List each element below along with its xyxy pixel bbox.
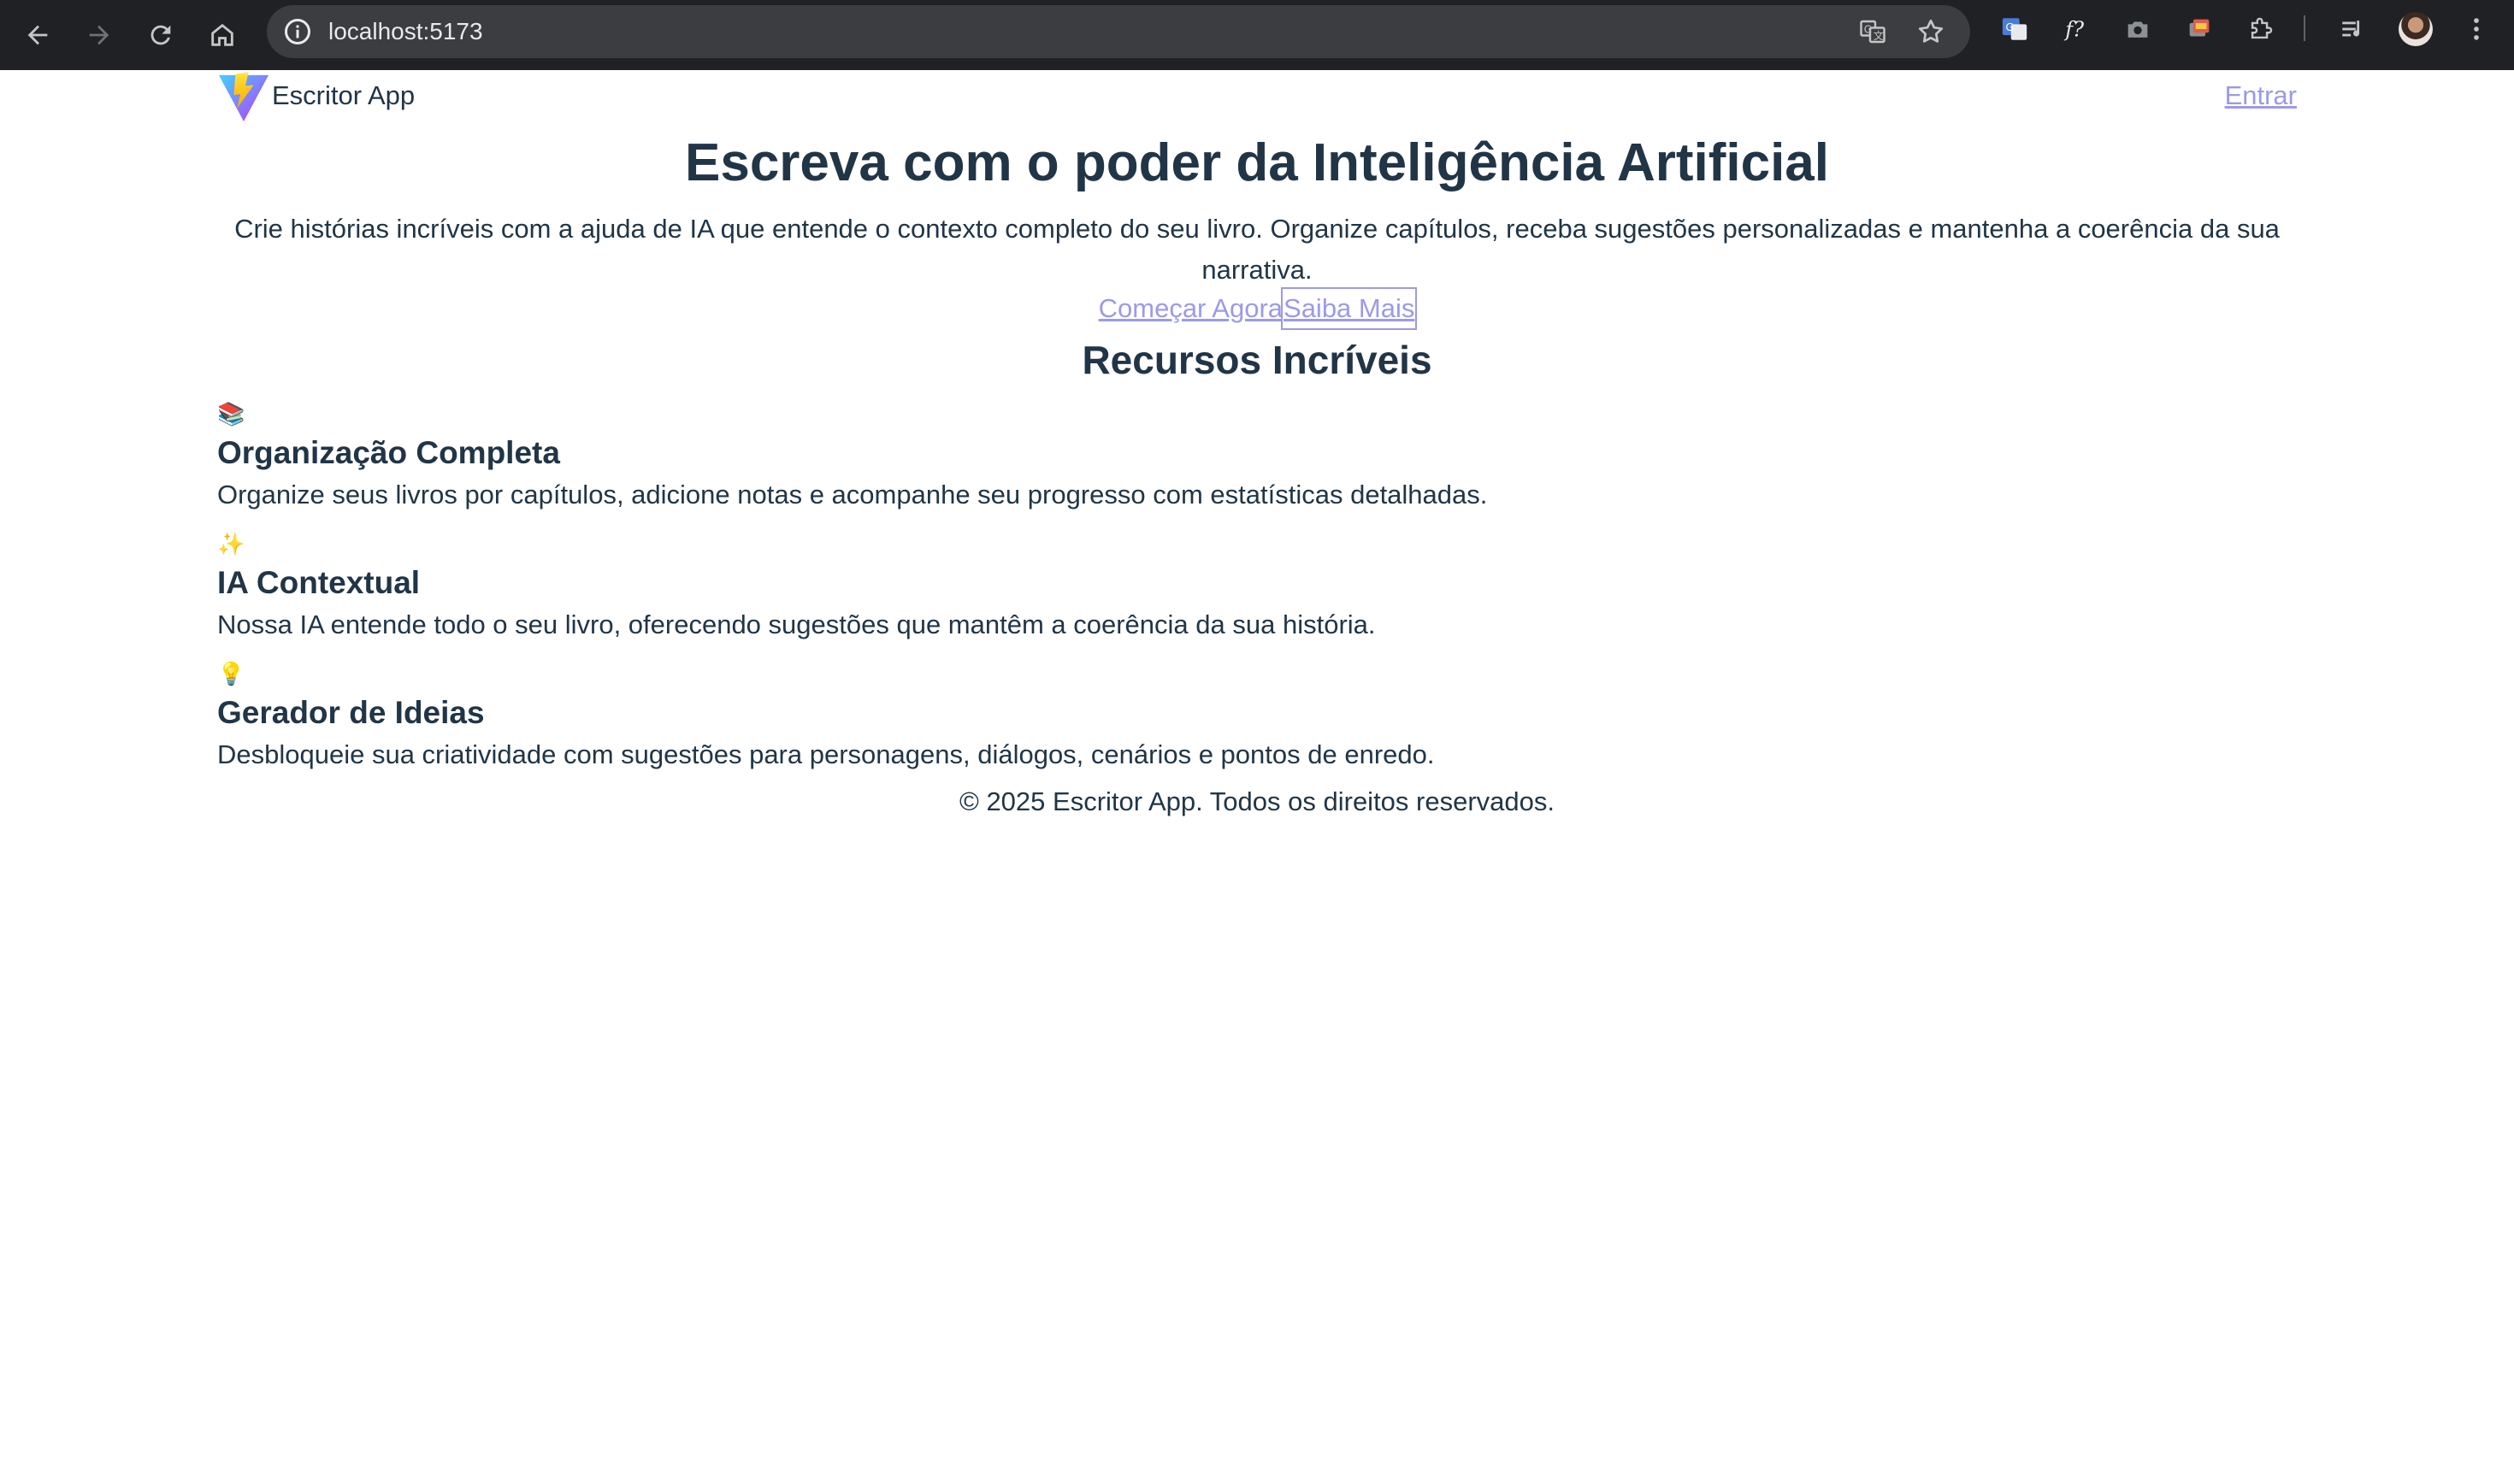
site-info-icon[interactable] [282,16,313,47]
screenshot-camera-icon[interactable] [2122,14,2153,44]
page-content: Escritor App Entrar Escreva com o poder … [0,70,2514,1484]
sparkles-icon: ✨ [217,531,245,556]
forward-arrow-icon[interactable] [79,15,120,56]
feature-title: Organização Completa [217,435,560,470]
lightbulb-icon: 💡 [217,661,245,686]
menu-kebab-icon[interactable] [2461,14,2492,44]
address-bar[interactable]: localhost:5173 G 文 [267,5,1970,58]
books-icon: 📚 [217,401,245,427]
hero-title: Escreva com o poder da Inteligência Arti… [684,133,1830,192]
feature-title: IA Contextual [217,565,421,600]
feature-card: 📚 Organização Completa Organize seus liv… [217,398,2297,516]
font-inspector-icon[interactable]: f? [2061,14,2092,44]
feature-description: Nossa IA entende todo o seu livro, ofere… [217,610,1376,639]
svg-text:G: G [2005,21,2014,34]
footer-copyright: © 2025 Escritor App. Todos os direitos r… [959,786,1555,816]
back-arrow-icon[interactable] [17,15,58,56]
reading-list-icon[interactable] [2338,14,2369,44]
translate-icon[interactable]: G 文 [1857,16,1888,47]
extensions-puzzle-icon[interactable] [2245,14,2276,44]
bookmark-star-icon[interactable] [1915,16,1946,47]
feature-card: 💡 Gerador de Ideias Desbloqueie sua cria… [217,658,2297,776]
learn-more-link[interactable]: Saiba Mais [1281,287,1418,330]
toolbar-divider [2304,15,2305,41]
svg-text:f?: f? [2063,18,2085,42]
svg-text:G: G [1864,24,1872,36]
google-translate-icon[interactable]: G [1999,14,2030,44]
start-now-link[interactable]: Começar Agora [1099,289,1283,328]
browser-toolbar: localhost:5173 G 文 G f? [0,0,2514,70]
login-link[interactable]: Entrar [2225,80,2297,111]
feature-description: Desbloqueie sua criatividade com sugestõ… [217,739,1435,769]
feature-description: Organize seus livros por capítulos, adic… [217,480,1488,509]
vite-logo-icon[interactable] [217,70,270,123]
hero-subtitle: Crie histórias incríveis com a ajuda de … [234,214,2280,285]
svg-text:文: 文 [1874,29,1884,42]
feature-title: Gerador de Ideias [217,695,485,730]
color-picker-icon[interactable] [2184,14,2215,44]
profile-avatar[interactable] [2399,12,2433,46]
hero-cta-group: Começar Agora Saiba Mais [0,287,2514,330]
reload-icon[interactable] [140,15,181,56]
url-text[interactable]: localhost:5173 [328,5,483,58]
features-title: Recursos Incríveis [1082,338,1432,382]
feature-card: ✨ IA Contextual Nossa IA entende todo o … [217,528,2297,646]
app-name: Escritor App [272,80,416,110]
home-icon[interactable] [202,15,243,56]
